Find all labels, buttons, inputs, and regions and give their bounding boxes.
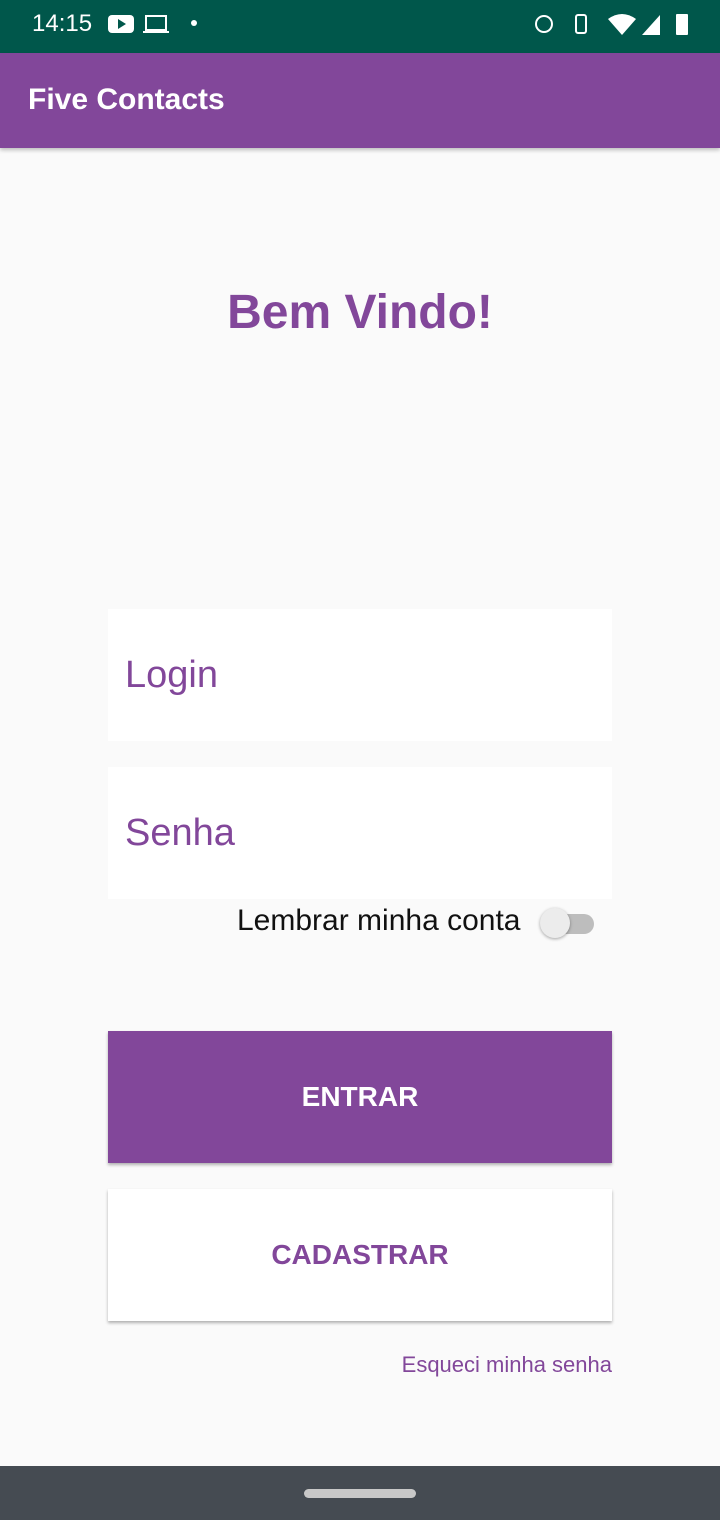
notification-icons [108,15,197,33]
remember-switch[interactable] [540,908,596,938]
enter-button[interactable]: ENTRAR [108,1031,612,1163]
switch-thumb [540,908,570,938]
welcome-heading: Bem Vindo! [227,286,493,339]
system-icons [535,14,688,35]
app-bar: Five Contacts [0,53,720,148]
clock: 14:15 [32,10,93,37]
home-gesture-handle[interactable] [304,1489,416,1498]
status-bar: 14:15 [0,0,720,53]
register-button[interactable]: CADASTRAR [108,1189,612,1321]
app-title: Five Contacts [28,83,225,116]
remember-label: Lembrar minha conta [237,904,521,937]
navigation-bar [0,1466,720,1520]
password-input[interactable] [108,767,612,899]
forgot-password-link[interactable]: Esqueci minha senha [402,1352,612,1378]
login-input[interactable] [108,609,612,741]
